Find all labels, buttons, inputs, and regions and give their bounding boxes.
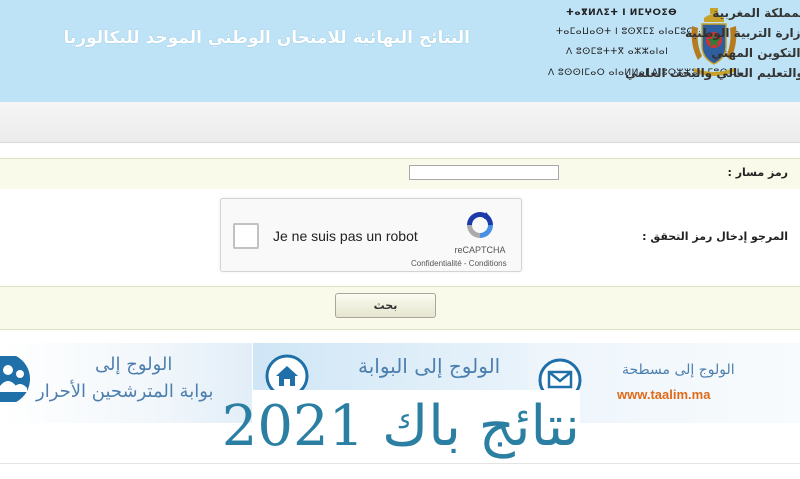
ministry-line-4: والتعليم العالي والبحث العلمي	[625, 66, 800, 80]
people-icon	[0, 356, 30, 402]
tifinagh-ministry-line-2: ⴷ ⵓⵙⵎⵓⵜⵜⴳ ⴰⵣⵣⴰⵏⴰⵏ	[566, 47, 669, 57]
recaptcha-logo-icon	[467, 212, 493, 238]
recaptcha-label: Je ne suis pas un robot	[273, 228, 418, 244]
recaptcha-widget: Je ne suis pas un robot reCAPTCHA Confid…	[220, 198, 522, 272]
tifinagh-ministry-line: ⵜⴰⵎⴰⵡⴰⵙⵜ ⵏ ⵓⵙⴳⵎⵉ ⴰⵏⴰⵎⵓⵔ	[556, 27, 696, 37]
navigation-bar	[0, 102, 800, 143]
banner-left-title: الولوج إلى	[95, 354, 173, 375]
tifinagh-kingdom-line: ⵜⴰⴳⵍⴷⵉⵜ ⵏ ⵍⵎⵖⵔⵉⴱ	[566, 8, 678, 18]
page-header: النتائج النهائية للامتحان الوطني الموحد …	[0, 0, 800, 102]
banner-mid-title: الولوج إلى البوابة	[358, 354, 501, 378]
taalim-url-link[interactable]: www.taalim.ma	[617, 387, 710, 402]
recaptcha-privacy-terms-link[interactable]: Confidentialité - Conditions	[411, 259, 507, 268]
banner-right-title: الولوج إلى مسطحة	[622, 362, 735, 378]
captcha-label: المرجو إدخال رمز التحقق :	[642, 230, 788, 243]
massar-label: رمز مسار :	[727, 166, 788, 179]
ministry-line-1: المملكة المغربية	[712, 6, 800, 20]
recaptcha-checkbox[interactable]	[233, 223, 259, 249]
banner-left-subtitle: بوابة المترشحين الأحرار	[36, 381, 214, 402]
massar-code-input[interactable]	[409, 165, 559, 180]
search-button[interactable]: بحث	[335, 293, 436, 318]
recaptcha-brand: reCAPTCHA	[454, 245, 506, 255]
massar-row	[0, 158, 800, 190]
bottom-divider	[0, 463, 800, 464]
ministry-line-3: والتكوين المهني	[711, 46, 800, 60]
caption-text: نتائج باك 2021	[221, 394, 580, 459]
ministry-line-2: وزارة التربية الوطنية	[684, 26, 800, 40]
page-title: النتائج النهائية للامتحان الوطني الموحد …	[63, 28, 470, 48]
